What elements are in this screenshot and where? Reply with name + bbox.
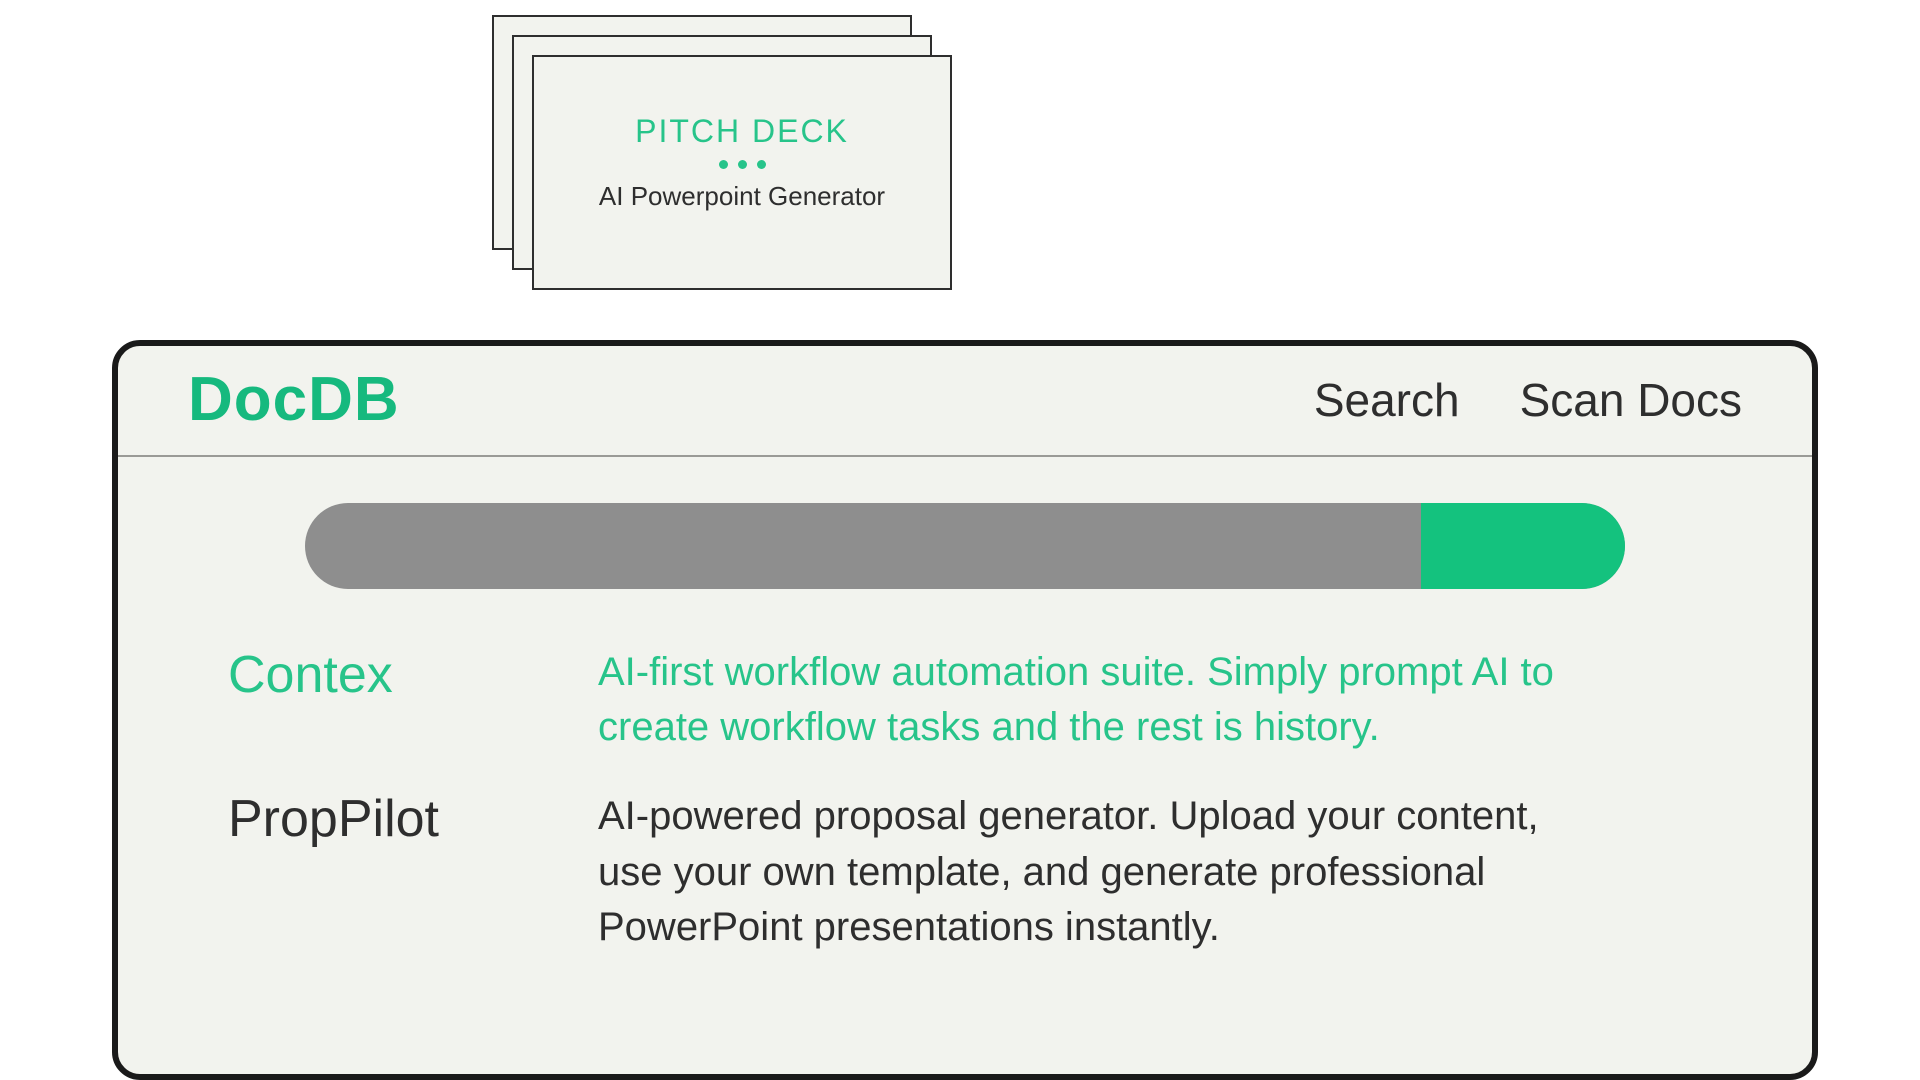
result-desc: AI-powered proposal generator. Upload yo… [598, 789, 1598, 955]
result-row-proppilot[interactable]: PropPilot AI-powered proposal generator.… [228, 789, 1722, 955]
progress-bar [305, 503, 1625, 589]
deck-card-front: PITCH DECK AI Powerpoint Generator [532, 55, 952, 290]
app-window: DocDB Search Scan Docs Contex AI-first w… [112, 340, 1818, 1080]
nav-search[interactable]: Search [1314, 373, 1460, 427]
pitch-deck-stack[interactable]: PITCH DECK AI Powerpoint Generator [492, 15, 912, 315]
brand-logo[interactable]: DocDB [188, 364, 400, 435]
result-name: PropPilot [228, 789, 558, 849]
progress-fill [1421, 503, 1625, 589]
result-name: Contex [228, 645, 558, 705]
results-list: Contex AI-first workflow automation suit… [118, 589, 1812, 955]
deck-title: PITCH DECK [534, 113, 950, 150]
header-divider [118, 455, 1812, 457]
result-desc: AI-first workflow automation suite. Simp… [598, 645, 1598, 755]
deck-subtitle: AI Powerpoint Generator [534, 181, 950, 212]
ellipsis-icon [534, 160, 950, 169]
nav-scan-docs[interactable]: Scan Docs [1520, 373, 1742, 427]
app-header: DocDB Search Scan Docs [118, 346, 1812, 455]
nav: Search Scan Docs [1314, 373, 1742, 427]
result-row-contex[interactable]: Contex AI-first workflow automation suit… [228, 645, 1722, 755]
